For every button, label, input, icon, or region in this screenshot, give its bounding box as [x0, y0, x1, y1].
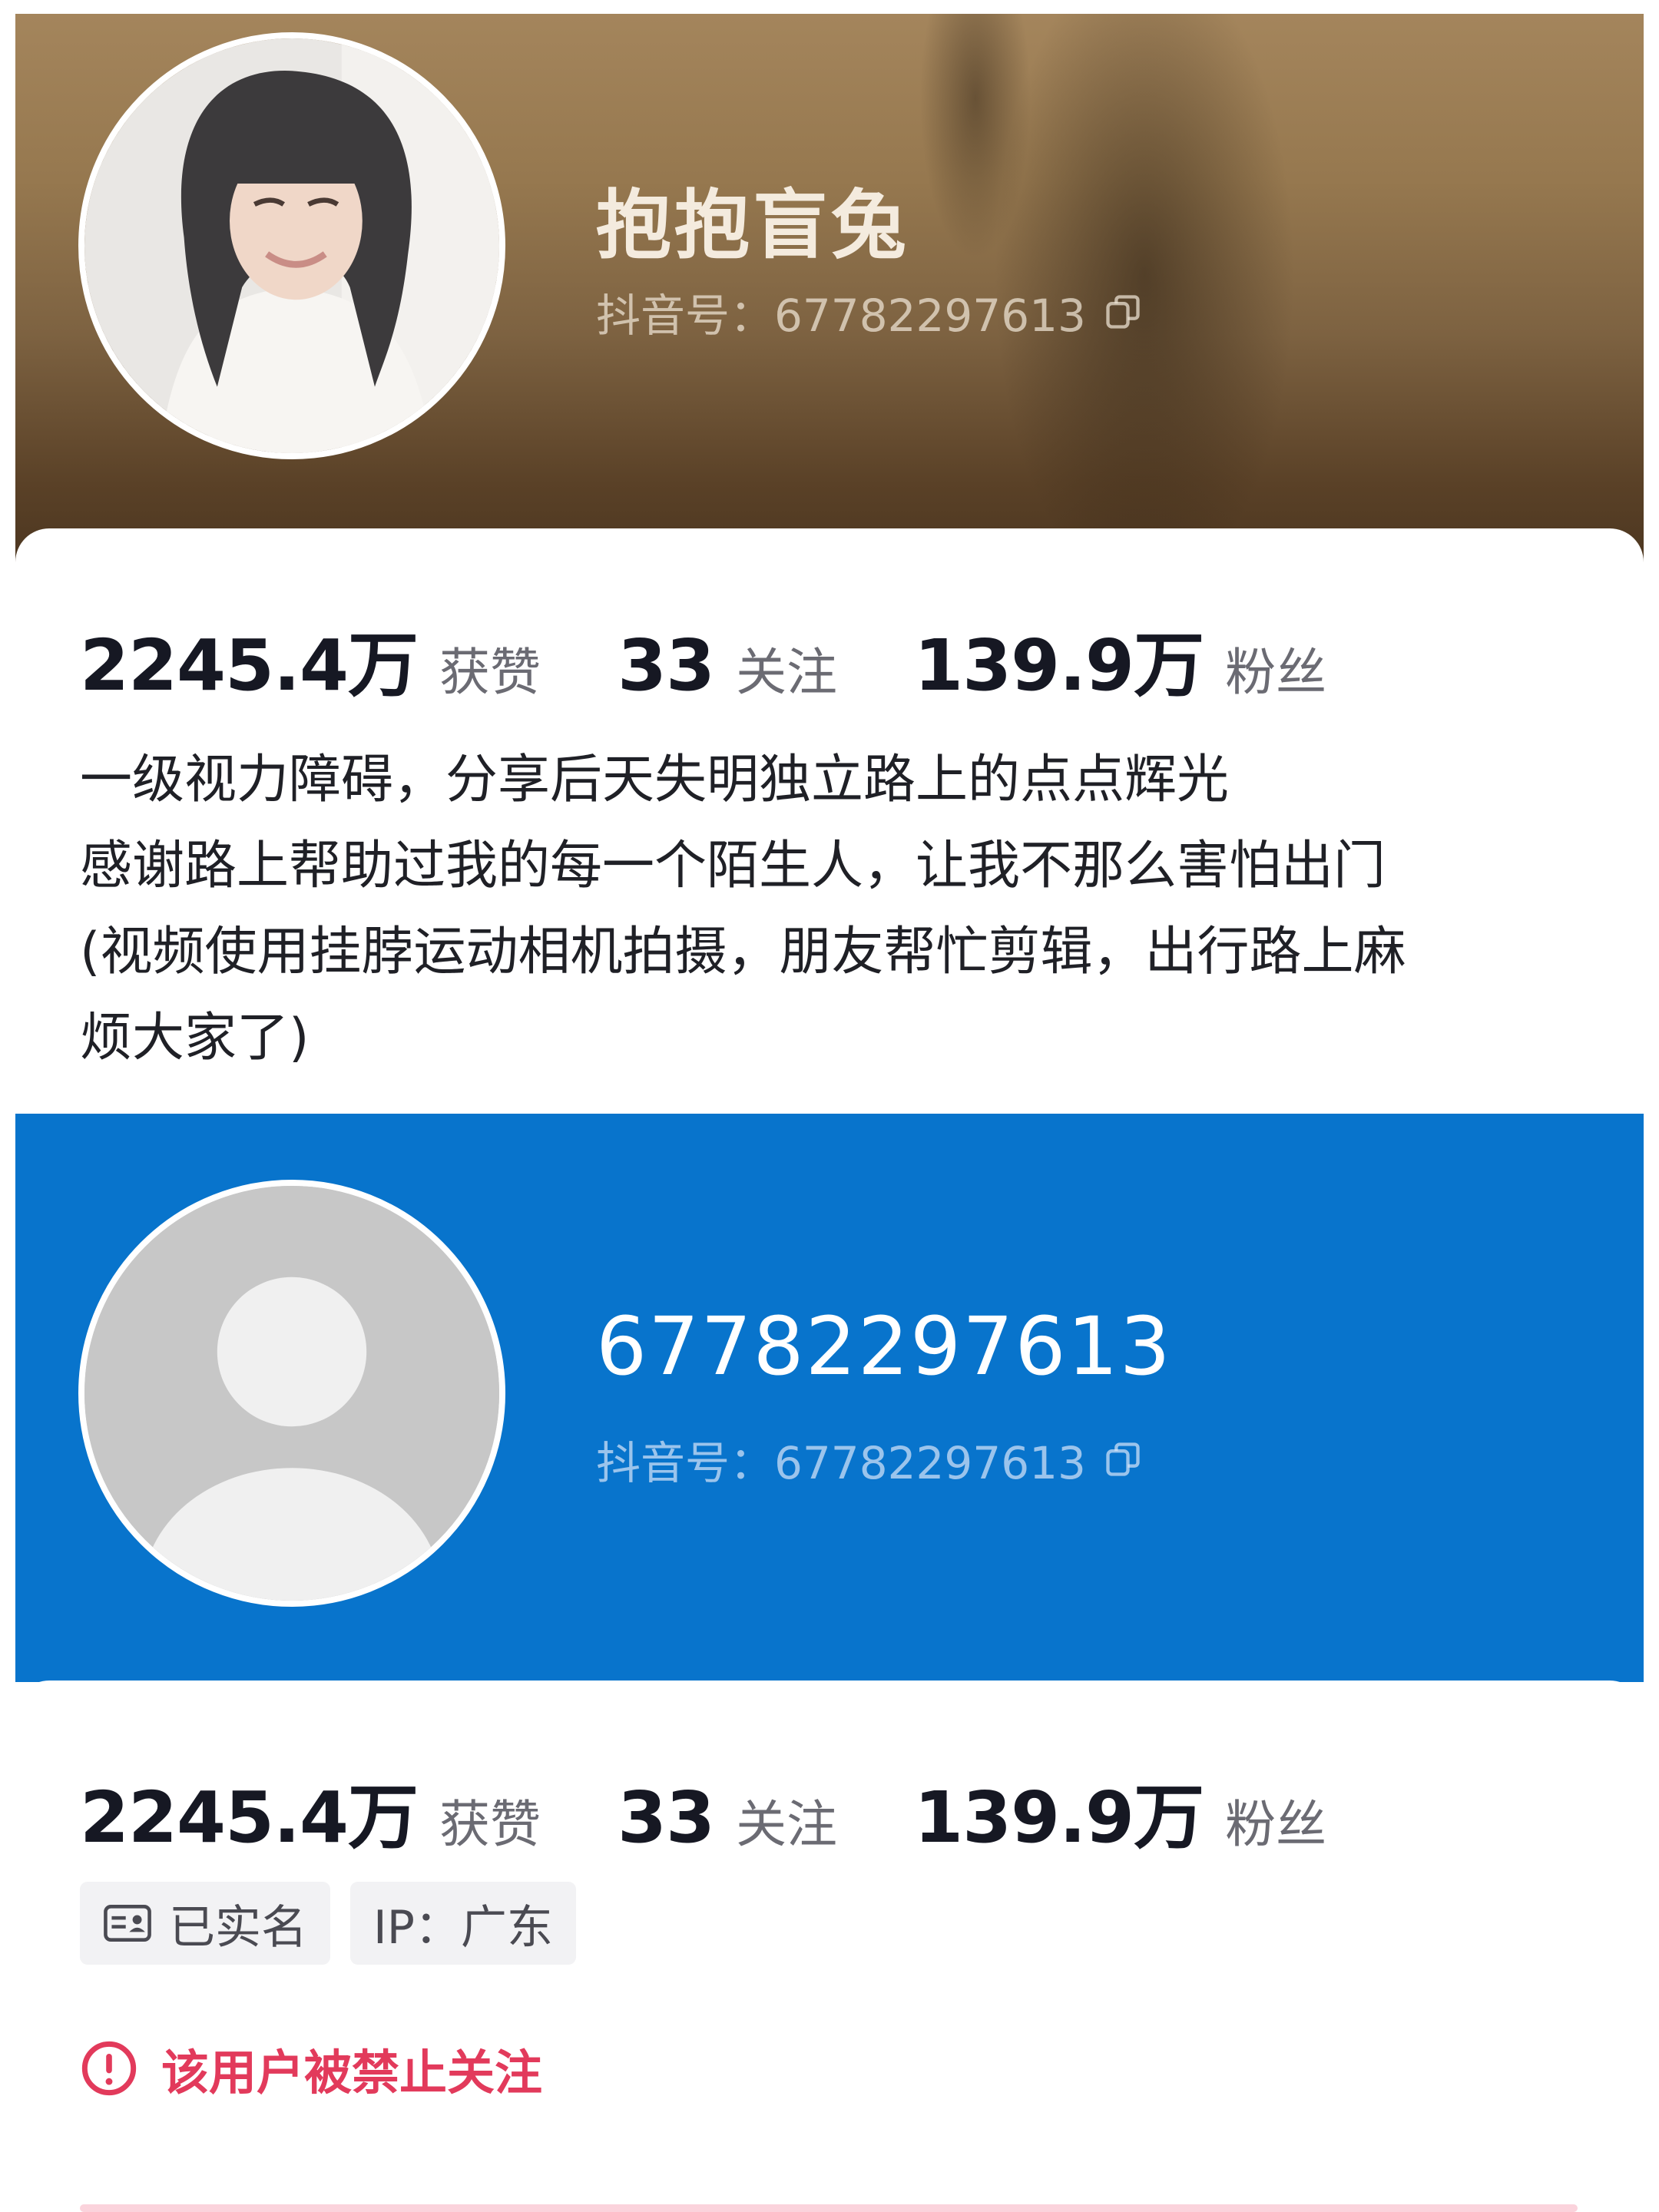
ip-tag-label: IP：广东	[373, 1900, 553, 1955]
stat-label: 获赞	[439, 643, 541, 702]
follow-banned-notice: 该用户被禁止关注	[80, 2034, 542, 2103]
bio-line: 烦大家了)	[80, 1008, 310, 1068]
warning-icon	[81, 2041, 137, 2096]
profile-before: 抱抱盲兔 抖音号：67782297613 2245.4万 获赞 33 关注 13…	[15, 14, 1644, 1114]
nickname: 67782297613	[596, 1300, 1172, 1393]
profile-card: 2245.4万 获赞 33 关注 139.9万 粉丝 一级视力障碍，分享后天失明…	[15, 528, 1644, 1114]
verified-tag[interactable]: 已实名	[80, 1882, 330, 1965]
avatar[interactable]	[78, 1180, 505, 1607]
avatar[interactable]	[78, 32, 505, 459]
bio-line: 感谢路上帮助过我的每一个陌生人，让我不那么害怕出门	[80, 836, 1386, 896]
bio-line: 一级视力障碍，分享后天失明独立路上的点点辉光	[80, 750, 1230, 810]
stat-value: 33	[618, 1777, 715, 1859]
nickname: 抱抱盲兔	[596, 182, 910, 270]
stat-label: 粉丝	[1225, 1795, 1327, 1854]
stat-likes[interactable]: 2245.4万 获赞	[80, 608, 541, 710]
stat-value: 139.9万	[914, 1777, 1204, 1859]
stat-likes[interactable]: 2245.4万 获赞	[80, 1760, 541, 1863]
avatar-photo-image	[84, 38, 499, 453]
stats-row: 2245.4万 获赞 33 关注 139.9万 粉丝	[80, 608, 1326, 710]
verified-tag-label: 已实名	[169, 1900, 307, 1955]
disabled-follow-button-edge	[80, 2204, 1578, 2212]
profile-card: 2245.4万 获赞 33 关注 139.9万 粉丝 已实名 IP：广东 该用户…	[15, 1681, 1644, 2212]
profile-tags: 已实名 IP：广东	[80, 1882, 596, 1965]
stat-followers[interactable]: 139.9万 粉丝	[914, 1760, 1326, 1863]
douyin-id-text: 抖音号：67782297613	[596, 1437, 1086, 1489]
douyin-id-row: 抖音号：67782297613	[596, 280, 1143, 344]
stat-value: 2245.4万	[80, 1777, 419, 1859]
ip-tag: IP：广东	[350, 1882, 576, 1965]
stat-label: 获赞	[439, 1795, 541, 1854]
id-card-icon	[104, 1905, 151, 1942]
stat-value: 139.9万	[914, 624, 1204, 707]
stat-label: 粉丝	[1225, 643, 1327, 702]
stats-row: 2245.4万 获赞 33 关注 139.9万 粉丝	[80, 1760, 1326, 1863]
douyin-id-row: 抖音号：67782297613	[596, 1427, 1143, 1492]
profile-after: 67782297613 抖音号：67782297613 2245.4万 获赞 3…	[15, 1114, 1644, 2212]
stat-following[interactable]: 33 关注	[618, 624, 837, 707]
stat-followers[interactable]: 139.9万 粉丝	[914, 608, 1326, 710]
stat-value: 33	[618, 624, 715, 707]
bio: 一级视力障碍，分享后天失明独立路上的点点辉光 感谢路上帮助过我的每一个陌生人，让…	[80, 737, 1585, 1081]
stat-following[interactable]: 33 关注	[618, 1777, 837, 1859]
stat-value: 2245.4万	[80, 624, 419, 707]
douyin-id-text: 抖音号：67782297613	[596, 290, 1086, 342]
copy-icon[interactable]	[1103, 292, 1143, 332]
bio-line: (视频使用挂脖运动相机拍摄，朋友帮忙剪辑，出行路上麻	[80, 922, 1406, 982]
follow-banned-text: 该用户被禁止关注	[161, 2045, 543, 2101]
default-avatar-icon	[84, 1186, 499, 1601]
copy-icon[interactable]	[1103, 1439, 1143, 1479]
stat-label: 关注	[736, 643, 838, 702]
stat-label: 关注	[736, 1795, 838, 1854]
